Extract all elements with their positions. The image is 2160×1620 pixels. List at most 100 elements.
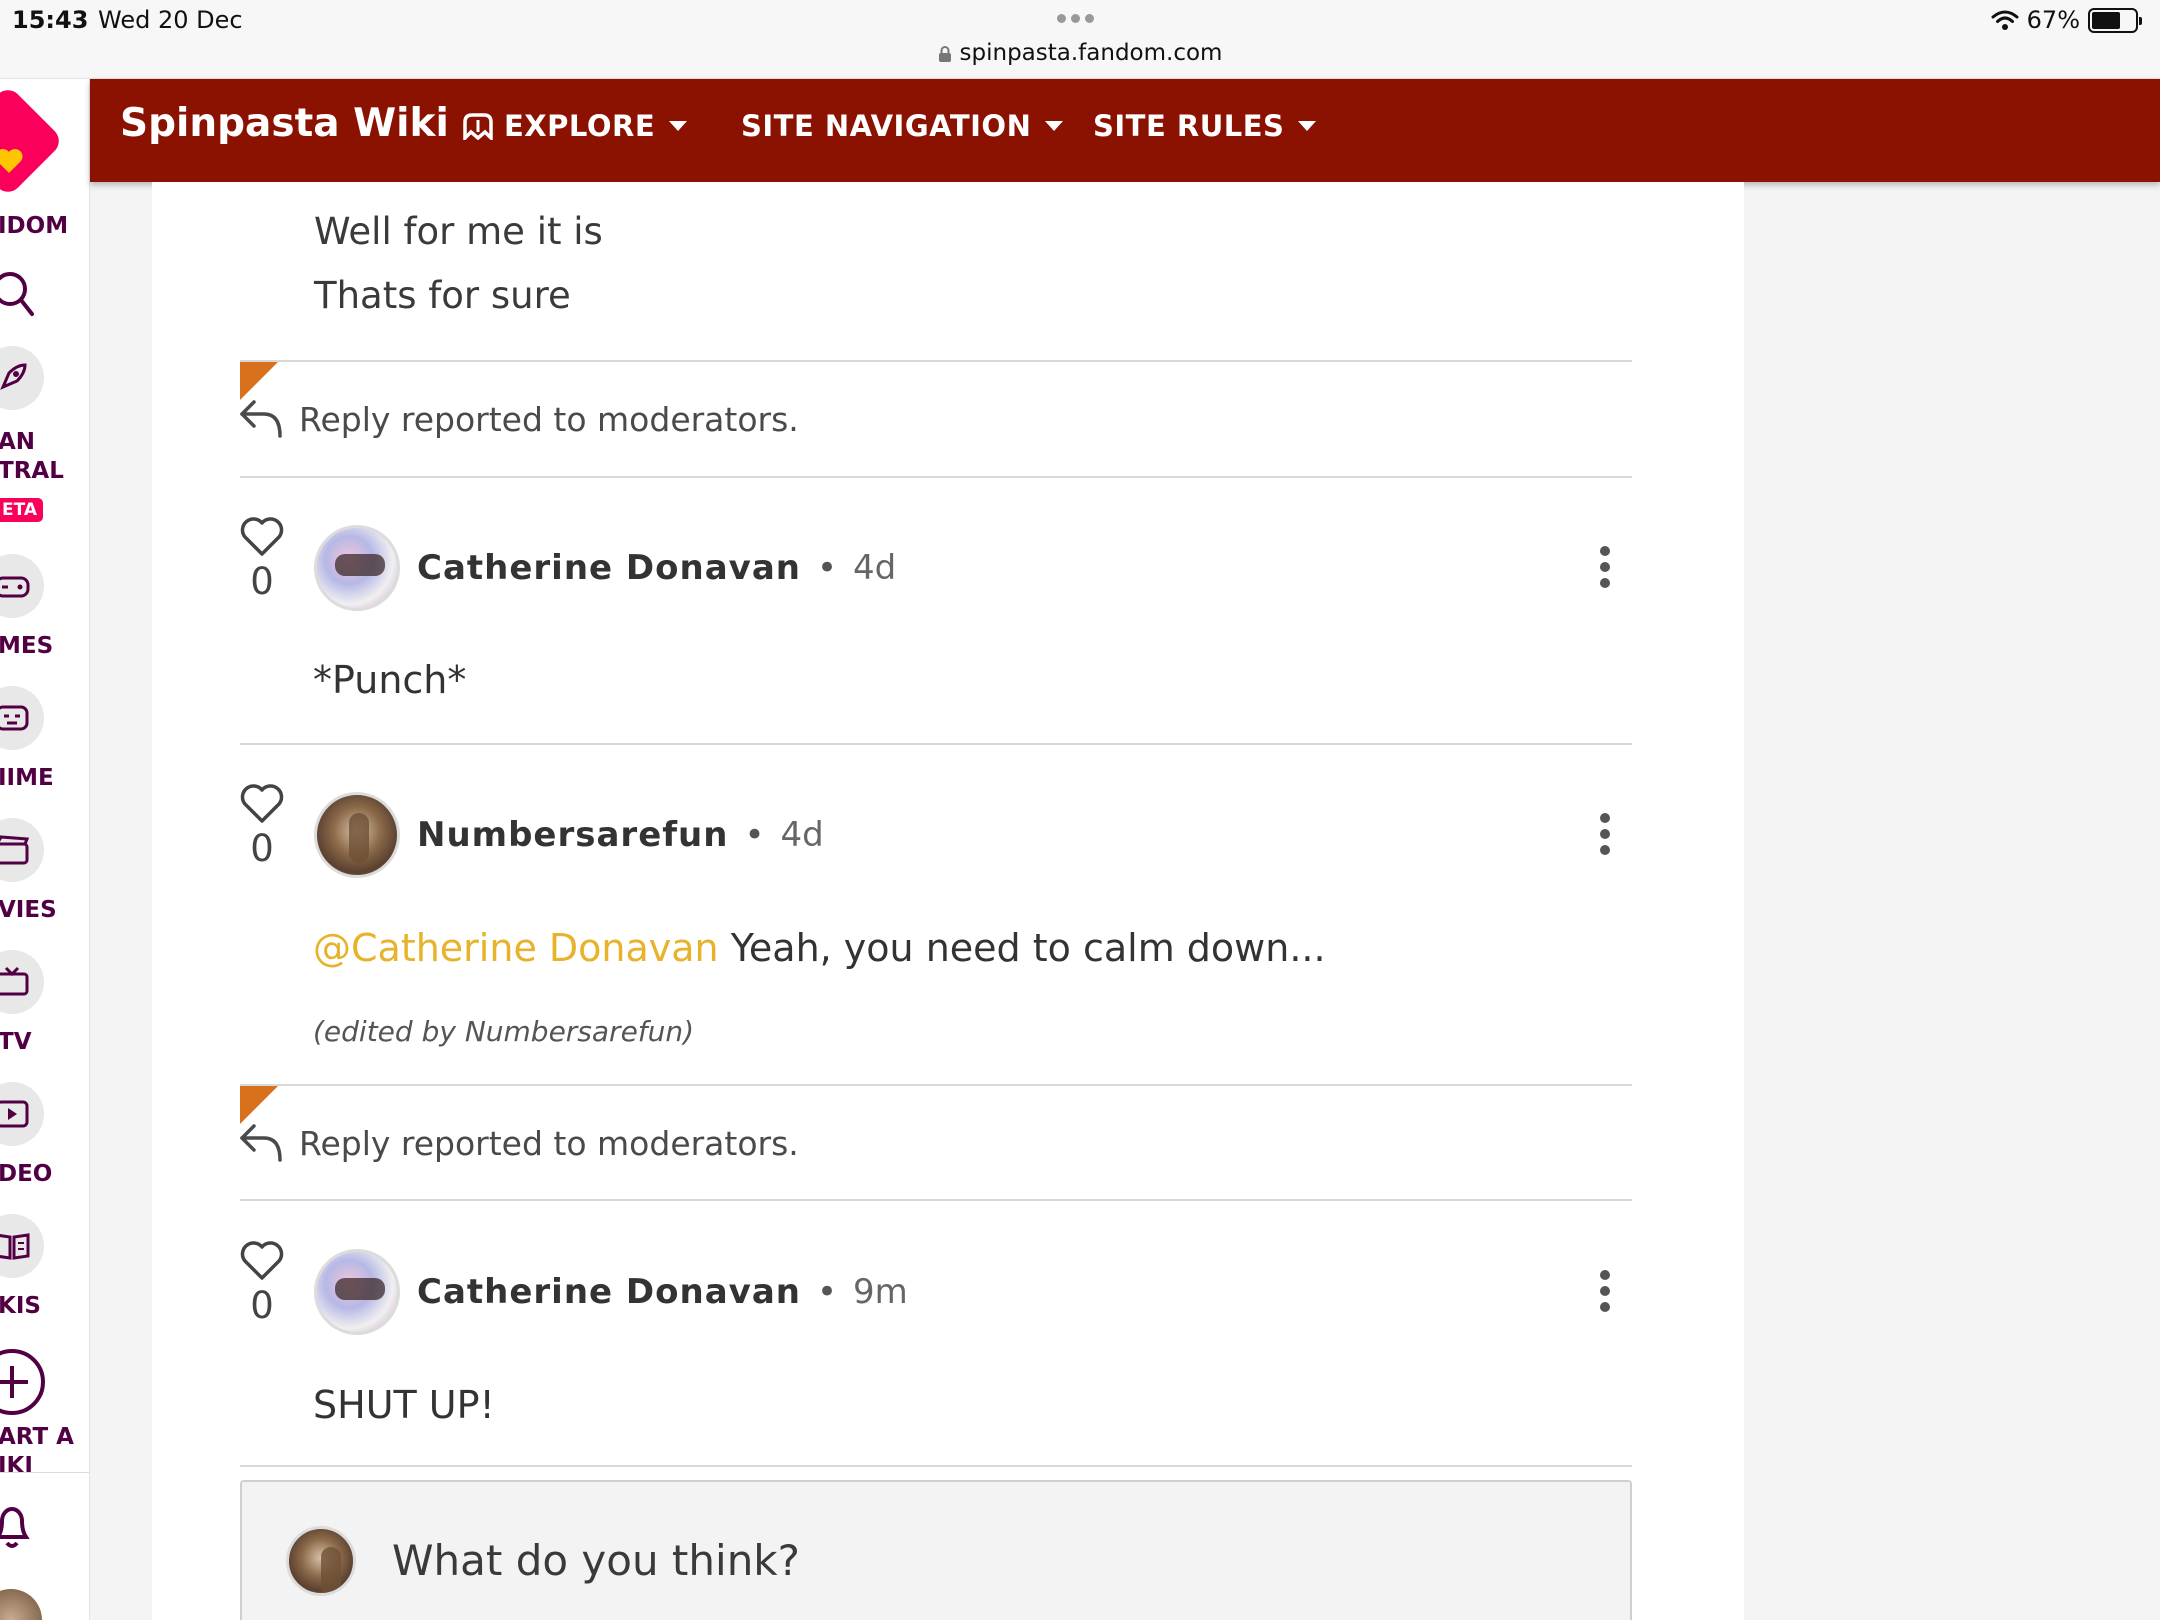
nav-site-rules[interactable]: SITE RULES: [1093, 109, 1317, 143]
book-icon[interactable]: [0, 1214, 44, 1278]
nav-site-rules-label: SITE RULES: [1093, 109, 1285, 143]
bell-icon[interactable]: [0, 1501, 32, 1553]
separator-dot: •: [816, 1272, 838, 1312]
reply-meta: Catherine Donavan • 9m: [417, 1272, 908, 1312]
reported-notice: Reply reported to moderators.: [299, 400, 799, 439]
rail-label-anime[interactable]: IIME: [0, 764, 54, 793]
multitasking-dots-icon[interactable]: [1057, 14, 1094, 23]
rail-label-fandom[interactable]: IDOM: [0, 212, 68, 241]
edited-note: (edited by Numbersarefun): [313, 1015, 695, 1048]
nav-explore-label: EXPLORE: [504, 109, 656, 143]
reply-icon: [240, 400, 282, 438]
reply-time[interactable]: 4d: [853, 548, 896, 588]
composer-avatar: [286, 1526, 356, 1596]
reply-text-line: Well for me it is: [314, 210, 603, 253]
report-flag-icon: [240, 1086, 278, 1124]
url-text: spinpasta.fandom.com: [959, 40, 1223, 66]
nav-explore[interactable]: EXPLORE: [462, 109, 688, 143]
chevron-down-icon: [1045, 121, 1064, 131]
reply-meta: Catherine Donavan • 4d: [417, 548, 896, 588]
reply-body: @Catherine Donavan Yeah, you need to cal…: [313, 926, 1326, 970]
more-options-icon[interactable]: [1600, 546, 1610, 588]
divider: [240, 1199, 1632, 1201]
status-date: Wed 20 Dec: [98, 6, 243, 34]
gamepad-icon[interactable]: [0, 554, 44, 618]
play-icon[interactable]: [0, 1082, 44, 1146]
report-flag-icon: [240, 362, 278, 400]
rail-label-movies[interactable]: VIES: [0, 896, 57, 925]
nav-site-navigation[interactable]: SITE NAVIGATION: [741, 109, 1064, 143]
avatar[interactable]: [314, 1249, 400, 1335]
search-icon[interactable]: [0, 269, 38, 319]
user-avatar[interactable]: [0, 1589, 42, 1620]
like-count: 0: [250, 1284, 274, 1327]
lock-icon: [938, 45, 951, 62]
like-button[interactable]: 0: [239, 516, 285, 603]
avatar[interactable]: [314, 792, 400, 878]
more-options-icon[interactable]: [1600, 1270, 1610, 1312]
rail-label-video[interactable]: DEO: [0, 1160, 52, 1189]
like-button[interactable]: 0: [239, 1240, 285, 1327]
fandom-logo[interactable]: [0, 84, 65, 198]
heart-icon: [240, 1241, 284, 1280]
separator-dot: •: [816, 548, 838, 588]
author-name[interactable]: Catherine Donavan: [417, 548, 801, 588]
wifi-icon: [1991, 10, 2019, 30]
fandom-heart-icon: [0, 149, 23, 173]
rocket-icon[interactable]: [0, 346, 44, 410]
status-time: 15:43: [12, 6, 89, 34]
rail-label-start-a-wiki[interactable]: ART A: [0, 1423, 74, 1452]
separator-dot: •: [744, 815, 765, 855]
heart-icon: [240, 784, 284, 823]
like-count: 0: [250, 827, 274, 870]
rail-label-fan-central-2[interactable]: TRAL: [0, 457, 64, 486]
heart-icon: [240, 517, 284, 556]
composer-placeholder[interactable]: What do you think?: [392, 1536, 800, 1585]
wiki-header: Spinpasta Wiki EXPLORE SITE NAVIGATION S…: [90, 79, 2160, 182]
plus-circle-icon[interactable]: [0, 1346, 48, 1418]
battery-fill: [2092, 11, 2121, 29]
divider: [240, 1465, 1632, 1467]
avatar[interactable]: [314, 525, 400, 611]
chevron-down-icon: [669, 121, 688, 131]
rail-label-games[interactable]: MES: [0, 632, 53, 661]
divider: [240, 360, 1632, 362]
explore-icon: [463, 113, 493, 140]
reply-body: *Punch*: [313, 658, 467, 702]
chevron-down-icon: [1298, 121, 1317, 131]
status-indicators: 67%: [1991, 6, 2142, 34]
tv-icon[interactable]: [0, 950, 44, 1014]
beta-badge: ETA: [0, 498, 44, 522]
reply-time[interactable]: 4d: [781, 815, 824, 855]
rail-label-tv[interactable]: TV: [0, 1028, 32, 1057]
anime-icon[interactable]: [0, 686, 44, 750]
clapperboard-icon[interactable]: [0, 818, 44, 882]
address-bar[interactable]: spinpasta.fandom.com: [0, 40, 2160, 66]
nav-site-navigation-label: SITE NAVIGATION: [741, 109, 1032, 143]
reply-composer[interactable]: What do you think?: [240, 1480, 1632, 1620]
reported-notice: Reply reported to moderators.: [299, 1124, 799, 1163]
reply-meta: Numbersarefun • 4d: [417, 815, 824, 855]
author-name[interactable]: Numbersarefun: [417, 815, 728, 855]
reply-text-line: Thats for sure: [314, 274, 571, 317]
author-name[interactable]: Catherine Donavan: [417, 1272, 801, 1312]
ios-status-bar: 15:43 Wed 20 Dec spinpasta.fandom.com 67…: [0, 0, 2160, 79]
like-count: 0: [250, 560, 274, 603]
user-mention-link[interactable]: @Catherine Donavan: [313, 926, 719, 970]
rail-divider: [0, 1472, 89, 1473]
reply-icon: [240, 1124, 282, 1162]
like-button[interactable]: 0: [239, 783, 285, 870]
battery-percent: 67%: [2026, 6, 2080, 34]
battery-icon: [2088, 7, 2142, 33]
reply-time[interactable]: 9m: [853, 1272, 908, 1312]
more-options-icon[interactable]: [1600, 813, 1610, 855]
rail-label-fan-central[interactable]: AN: [0, 428, 35, 457]
rail-label-start-a-wiki-2[interactable]: IKI: [0, 1452, 33, 1481]
rail-label-wikis[interactable]: KIS: [0, 1292, 41, 1321]
reply-body-text: Yeah, you need to calm down...: [718, 926, 1326, 970]
divider: [240, 1084, 1632, 1086]
fandom-global-nav: IDOM AN TRAL ETA MES IIME VIES TV DEO KI…: [0, 79, 90, 1620]
wiki-title[interactable]: Spinpasta Wiki: [120, 101, 449, 146]
divider: [240, 476, 1632, 478]
divider: [240, 743, 1632, 745]
